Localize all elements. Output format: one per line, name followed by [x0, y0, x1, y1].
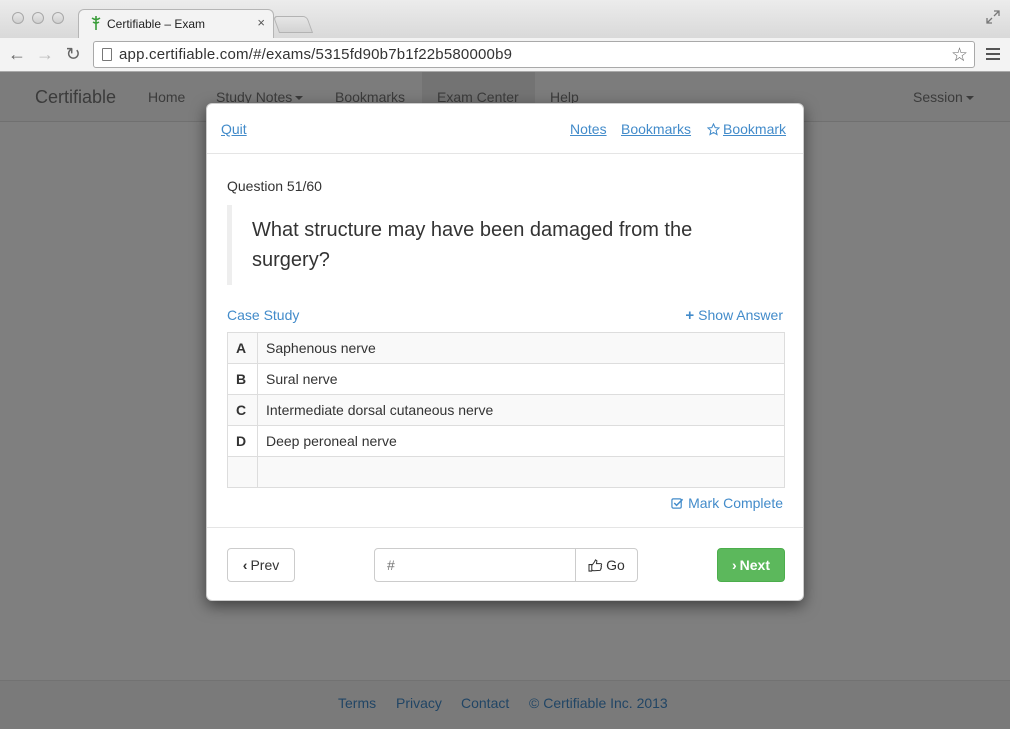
menu-icon[interactable] [986, 48, 1000, 60]
chevron-right-icon: › [731, 557, 737, 573]
checkbox-icon [671, 498, 684, 509]
answer-letter: C [227, 394, 258, 426]
answer-text: Sural nerve [257, 363, 785, 395]
forward-arrow-icon[interactable]: → [35, 44, 55, 64]
modal-header: Quit Notes Bookmarks Bookmark [207, 104, 803, 154]
fullscreen-icon[interactable] [986, 10, 1000, 24]
star-icon[interactable]: ☆ [951, 44, 968, 67]
answer-letter: B [227, 363, 258, 395]
answer-row-empty [227, 456, 785, 488]
page-icon [102, 48, 112, 61]
hand-pointer-icon [588, 559, 603, 572]
answer-letter: A [227, 332, 258, 364]
bookmarks-link[interactable]: Bookmarks [621, 121, 691, 137]
goto-question-input[interactable] [374, 548, 576, 582]
chevron-left-icon: ‹ [242, 557, 248, 573]
show-answer-link[interactable]: + Show Answer [685, 307, 783, 324]
notes-link[interactable]: Notes [570, 121, 607, 137]
url-text[interactable]: app.certifiable.com/#/exams/5315fd90b7b1… [119, 46, 512, 63]
mark-complete-label: Mark Complete [688, 495, 783, 511]
question-blockquote: What structure may have been damaged fro… [227, 205, 785, 285]
tab-close-icon[interactable]: × [257, 15, 265, 30]
answer-text: Saphenous nerve [257, 332, 785, 364]
next-label: Next [739, 557, 771, 573]
bookmark-label: Bookmark [723, 121, 787, 137]
minimize-window-button[interactable] [32, 12, 44, 24]
browser-titlebar: Certifiable – Exam × [0, 0, 1010, 38]
star-icon [707, 123, 720, 136]
question-text: What structure may have been damaged fro… [252, 219, 693, 271]
prev-label: Prev [250, 557, 280, 573]
bookmark-link[interactable]: Bookmark [707, 121, 786, 137]
prev-button[interactable]: ‹ Prev [227, 548, 295, 582]
address-bar[interactable]: app.certifiable.com/#/exams/5315fd90b7b1… [93, 41, 975, 68]
zoom-window-button[interactable] [52, 12, 64, 24]
answer-letter: D [227, 425, 258, 457]
mark-complete-link[interactable]: Mark Complete [671, 495, 783, 511]
question-number: Question 51/60 [227, 178, 322, 194]
quit-link[interactable]: Quit [221, 121, 247, 137]
next-button[interactable]: › Next [717, 548, 785, 582]
browser-tab[interactable]: Certifiable – Exam × [78, 9, 274, 38]
case-study-link[interactable]: Case Study [227, 307, 299, 323]
answer-text: Intermediate dorsal cutaneous nerve [257, 394, 785, 426]
answer-row-d[interactable]: D Deep peroneal nerve [227, 425, 785, 457]
new-tab-button[interactable] [272, 16, 314, 33]
plus-icon: + [685, 307, 695, 324]
answer-text [257, 456, 785, 488]
browser-toolbar: ← → ↻ app.certifiable.com/#/exams/5315fd… [0, 38, 1010, 72]
answer-row-b[interactable]: B Sural nerve [227, 363, 785, 395]
answer-table: A Saphenous nerve B Sural nerve C Intermedi… [227, 332, 785, 488]
reload-icon[interactable]: ↻ [63, 44, 83, 64]
close-window-button[interactable] [12, 12, 24, 24]
tab-title: Certifiable – Exam [107, 17, 206, 31]
modal-footer: ‹Prev Go ›Next [207, 527, 803, 601]
back-arrow-icon[interactable]: ← [7, 44, 27, 64]
go-label: Go [606, 557, 625, 573]
go-button[interactable]: Go [575, 548, 638, 582]
answer-row-c[interactable]: C Intermediate dorsal cutaneous nerve [227, 394, 785, 426]
caduceus-favicon-icon [91, 16, 101, 30]
answer-row-a[interactable]: A Saphenous nerve [227, 332, 785, 364]
exam-question-modal: Quit Notes Bookmarks Bookmark Question 5… [206, 103, 804, 601]
answer-text: Deep peroneal nerve [257, 425, 785, 457]
show-answer-label: Show Answer [698, 307, 783, 323]
answer-letter [227, 456, 258, 488]
